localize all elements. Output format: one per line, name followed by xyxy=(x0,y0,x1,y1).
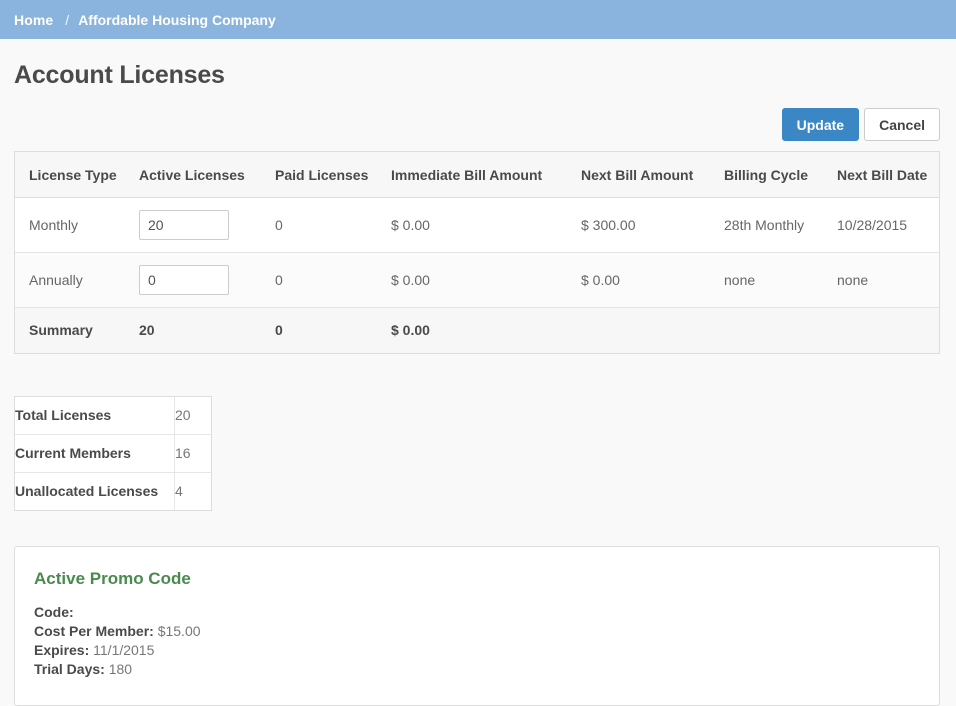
totals-row-total-licenses: Total Licenses 20 xyxy=(15,397,211,435)
promo-expires-line: Expires: 11/1/2015 xyxy=(34,641,919,660)
cell-paid-licenses: 0 xyxy=(275,197,391,253)
totals-label-total-licenses: Total Licenses xyxy=(15,397,175,435)
table-summary-row: Summary 20 0 $ 0.00 xyxy=(15,307,939,353)
column-header-paid-licenses: Paid Licenses xyxy=(275,152,391,198)
promo-trial-days-value: 180 xyxy=(108,661,133,677)
license-totals-container: Total Licenses 20 Current Members 16 Una… xyxy=(14,396,212,511)
cancel-button[interactable]: Cancel xyxy=(864,108,940,141)
active-licenses-input-monthly[interactable] xyxy=(139,210,229,240)
totals-value-unallocated-licenses: 4 xyxy=(174,472,211,510)
totals-row-current-members: Current Members 16 xyxy=(15,434,211,473)
cell-active-licenses xyxy=(139,252,275,308)
cell-paid-licenses: 0 xyxy=(275,252,391,308)
active-promo-code-panel: Active Promo Code Code: Cost Per Member:… xyxy=(14,546,940,706)
breadcrumb-separator: / xyxy=(65,11,70,28)
cell-billing-cycle: 28th Monthly xyxy=(724,197,837,253)
summary-paid-licenses: 0 xyxy=(275,307,391,353)
licenses-table: License Type Active Licenses Paid Licens… xyxy=(15,152,939,353)
column-header-next-bill-amount: Next Bill Amount xyxy=(581,152,724,198)
active-licenses-input-annually[interactable] xyxy=(139,265,229,295)
promo-panel-title: Active Promo Code xyxy=(34,569,191,588)
totals-value-current-members: 16 xyxy=(174,434,211,473)
column-header-next-bill-date: Next Bill Date xyxy=(837,152,939,198)
cell-next-bill-date: none xyxy=(837,252,939,308)
breadcrumb-item-current: Affordable Housing Company xyxy=(78,11,276,28)
cell-billing-cycle: none xyxy=(724,252,837,308)
table-row: Annually 0 $ 0.00 $ 0.00 none none xyxy=(15,252,939,308)
summary-next-bill-amount xyxy=(581,307,724,353)
promo-expires-value: 11/1/2015 xyxy=(93,642,155,658)
cell-next-bill-amount: $ 0.00 xyxy=(581,252,724,308)
promo-cost-label: Cost Per Member: xyxy=(34,623,154,639)
cell-active-licenses xyxy=(139,197,275,253)
summary-label: Summary xyxy=(15,307,139,353)
breadcrumb: Home / Affordable Housing Company xyxy=(0,0,956,39)
license-totals-table: Total Licenses 20 Current Members 16 Una… xyxy=(15,397,211,510)
cell-license-type: Annually xyxy=(15,252,139,308)
cell-immediate-bill-amount: $ 0.00 xyxy=(391,252,581,308)
column-header-active-licenses: Active Licenses xyxy=(139,152,275,198)
cell-next-bill-amount: $ 300.00 xyxy=(581,197,724,253)
promo-cost-line: Cost Per Member: $15.00 xyxy=(34,622,919,641)
licenses-table-container: License Type Active Licenses Paid Licens… xyxy=(14,151,940,354)
table-header-row: License Type Active Licenses Paid Licens… xyxy=(15,152,939,198)
breadcrumb-item-home[interactable]: Home xyxy=(14,12,53,28)
action-bar: Update Cancel xyxy=(0,90,956,141)
column-header-billing-cycle: Billing Cycle xyxy=(724,152,837,198)
cell-next-bill-date: 10/28/2015 xyxy=(837,197,939,253)
table-row: Monthly 0 $ 0.00 $ 300.00 28th Monthly 1… xyxy=(15,197,939,253)
promo-expires-label: Expires: xyxy=(34,642,90,658)
promo-code-label: Code: xyxy=(34,604,74,620)
totals-label-unallocated-licenses: Unallocated Licenses xyxy=(15,483,159,499)
update-button[interactable]: Update xyxy=(781,108,860,141)
cell-license-type: Monthly xyxy=(15,197,139,253)
summary-immediate-bill-amount: $ 0.00 xyxy=(391,307,581,353)
column-header-immediate-bill-amount: Immediate Bill Amount xyxy=(391,152,581,198)
cell-immediate-bill-amount: $ 0.00 xyxy=(391,197,581,253)
promo-trial-days-label: Trial Days: xyxy=(34,661,105,677)
promo-trial-days-line: Trial Days: 180 xyxy=(34,660,919,679)
totals-label-current-members: Current Members xyxy=(15,434,175,473)
totals-row-unallocated-licenses: Unallocated Licenses 4 xyxy=(15,472,211,510)
summary-active-licenses: 20 xyxy=(139,307,275,353)
promo-cost-value: $15.00 xyxy=(157,623,201,639)
totals-value-total-licenses: 20 xyxy=(174,397,211,435)
summary-billing-cycle xyxy=(724,307,837,353)
licenses-table-head: License Type Active Licenses Paid Licens… xyxy=(15,152,939,198)
page-title: Account Licenses xyxy=(14,61,225,89)
column-header-license-type: License Type xyxy=(15,152,139,198)
licenses-table-body: Monthly 0 $ 0.00 $ 300.00 28th Monthly 1… xyxy=(15,197,939,353)
promo-code-line: Code: xyxy=(34,603,919,622)
summary-next-bill-date xyxy=(837,307,939,353)
